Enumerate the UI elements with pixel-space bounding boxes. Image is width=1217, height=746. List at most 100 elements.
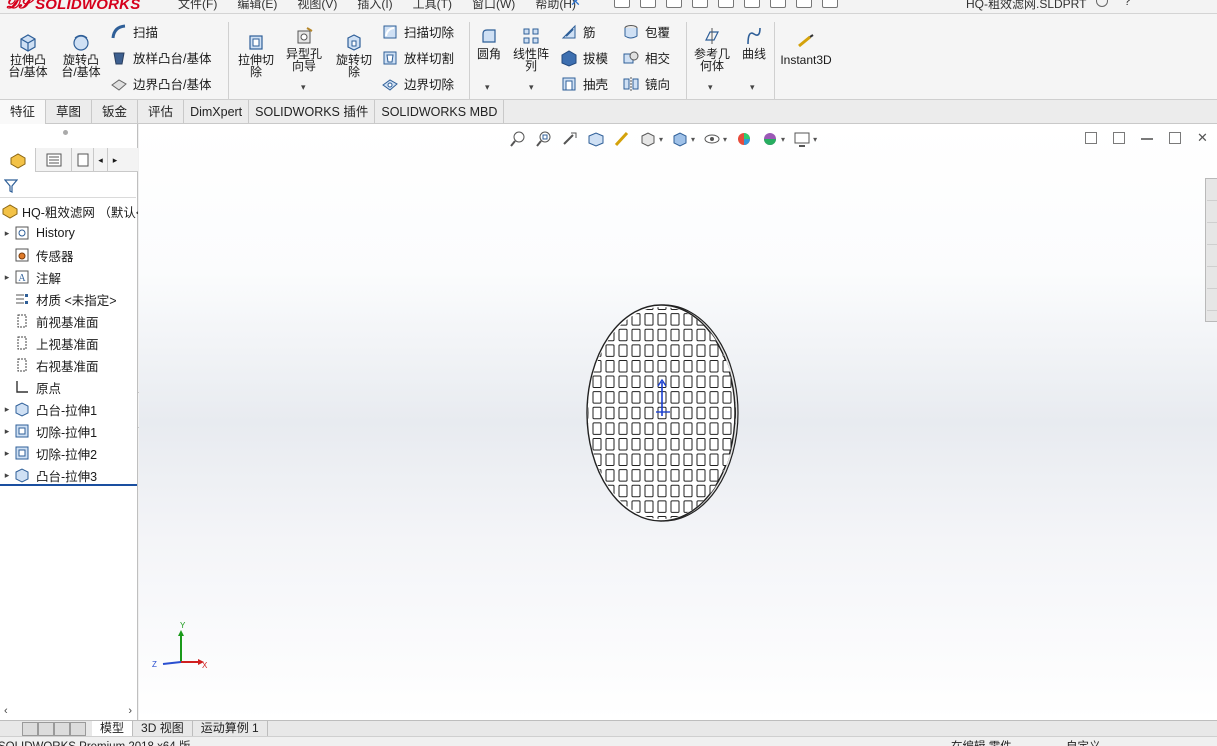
mirror-button[interactable]: 镜向 xyxy=(622,74,670,93)
curves-dropdown-icon[interactable]: ▾ xyxy=(750,82,755,93)
status-units[interactable]: 自定义 xyxy=(1066,738,1101,746)
linear-pattern-dropdown-icon[interactable]: ▾ xyxy=(529,82,534,93)
file-properties-icon[interactable] xyxy=(796,0,812,8)
close-icon[interactable]: ✕ xyxy=(1197,131,1209,144)
tree-item-cut-extrude2[interactable]: ▸ 切除-拉伸2 xyxy=(0,442,138,464)
expand-arrow-icon[interactable]: ▸ xyxy=(0,426,14,437)
tab-dimxpert[interactable]: DimXpert xyxy=(184,100,250,124)
expand-arrow-icon[interactable]: ▸ xyxy=(0,272,14,283)
configuration-manager-tab[interactable] xyxy=(72,148,94,172)
solidworks-logo[interactable]: 𝓓𝓢 SOLIDWORKS xyxy=(6,0,140,13)
fillet-dropdown-icon[interactable]: ▾ xyxy=(485,82,490,93)
extrude-boss-button[interactable]: 拉伸凸 台/基体 xyxy=(6,32,50,78)
view-settings-icon[interactable] xyxy=(793,130,811,148)
section-view-icon[interactable] xyxy=(587,130,605,148)
open-icon[interactable] xyxy=(666,0,682,8)
tabs-scroll-right-icon[interactable]: ▸ xyxy=(108,148,122,172)
rollback-bar[interactable] xyxy=(0,484,137,486)
tab-features[interactable]: 特征 xyxy=(0,100,47,124)
sweep-button[interactable]: 扫描 xyxy=(110,22,158,41)
tree-item-front-plane[interactable]: 前视基准面 xyxy=(0,310,138,332)
tree-item-right-plane[interactable]: 右视基准面 xyxy=(0,354,138,376)
tab-evaluate[interactable]: 评估 xyxy=(138,100,185,124)
graphics-area[interactable]: ▾ ▾ ▾ ▾ ▾ ✕ Y X Z xyxy=(139,124,1217,720)
boundary-boss-button[interactable]: 边界凸台/基体 xyxy=(110,74,211,93)
horizontal-scrollbar[interactable]: ‹ › xyxy=(0,704,136,718)
view-settings-dropdown-icon[interactable]: ▾ xyxy=(813,135,817,144)
view-right-arrow-icon[interactable] xyxy=(1113,132,1125,144)
tree-item-boss-extrude1[interactable]: ▸ 凸台-拉伸1 xyxy=(0,398,138,420)
tab-solidworks-addins[interactable]: SOLIDWORKS 插件 xyxy=(249,100,376,124)
tree-item-history[interactable]: ▸ History xyxy=(0,222,138,244)
apply-scene-icon[interactable] xyxy=(761,130,779,148)
save-icon[interactable] xyxy=(692,0,708,8)
zoom-to-fit-icon[interactable] xyxy=(509,130,527,148)
options-icon[interactable] xyxy=(822,0,838,8)
pin-menu-icon[interactable]: ✕ xyxy=(570,0,581,10)
scroll-left-icon[interactable]: ‹ xyxy=(4,705,8,717)
shell-button[interactable]: 抽壳 xyxy=(560,74,608,93)
edit-appearance-icon[interactable] xyxy=(735,130,753,148)
property-manager-tab[interactable] xyxy=(36,148,72,172)
reference-triad[interactable]: Y X Z xyxy=(149,620,209,676)
tab-sketch[interactable]: 草图 xyxy=(46,100,93,124)
file-explorer-icon[interactable] xyxy=(1207,225,1217,245)
home-icon[interactable] xyxy=(614,0,630,8)
expand-arrow-icon[interactable]: ▸ xyxy=(0,404,14,415)
tree-item-annotations[interactable]: ▸ A 注解 xyxy=(0,266,138,288)
tree-item-boss-extrude3[interactable]: ▸ 凸台-拉伸3 xyxy=(0,464,138,486)
restore-icon[interactable] xyxy=(1169,132,1181,144)
solidworks-resources-icon[interactable] xyxy=(1207,181,1217,201)
tree-item-cut-extrude1[interactable]: ▸ 切除-拉伸1 xyxy=(0,420,138,442)
custom-properties-icon[interactable] xyxy=(1207,291,1217,311)
print-icon[interactable] xyxy=(718,0,734,8)
help-button[interactable]: ? xyxy=(1124,0,1131,8)
instant3d-button[interactable]: Instant3D xyxy=(778,32,834,66)
view-left-arrow-icon[interactable] xyxy=(1085,132,1097,144)
wrap-button[interactable]: 包覆 xyxy=(622,22,670,41)
hide-show-items-icon[interactable] xyxy=(703,130,721,148)
hole-wizard-button[interactable]: 异型孔 向导 xyxy=(282,26,326,72)
tree-item-material[interactable]: 材质 <未指定> xyxy=(0,288,138,310)
boundary-cut-button[interactable]: 边界切除 xyxy=(381,74,454,93)
expand-arrow-icon[interactable]: ▸ xyxy=(0,470,14,481)
tree-item-top-plane[interactable]: 上视基准面 xyxy=(0,332,138,354)
display-style-dropdown-icon[interactable]: ▾ xyxy=(691,135,695,144)
loft-cut-button[interactable]: 放样切割 xyxy=(381,48,454,67)
tab-model[interactable]: 模型 xyxy=(92,721,134,737)
draft-button[interactable]: 拔模 xyxy=(560,48,608,67)
menu-tools[interactable]: 工具(T) xyxy=(413,0,452,12)
view-palette-icon[interactable] xyxy=(1207,247,1217,267)
revolve-boss-button[interactable]: 旋转凸 台/基体 xyxy=(56,32,106,78)
reference-geometry-dropdown-icon[interactable]: ▾ xyxy=(708,82,713,93)
last-tab-icon[interactable] xyxy=(70,722,86,736)
new-document-icon[interactable] xyxy=(640,0,656,8)
feature-tree-tab[interactable] xyxy=(0,148,36,172)
filter-mesh-model[interactable] xyxy=(582,296,752,526)
reference-geometry-button[interactable]: 参考几 何体 xyxy=(690,26,734,72)
tab-solidworks-mbd[interactable]: SOLIDWORKS MBD xyxy=(375,100,505,124)
user-icon[interactable] xyxy=(1096,0,1108,7)
panel-grip[interactable] xyxy=(63,130,68,135)
select-icon[interactable] xyxy=(744,0,760,8)
prev-tab-icon[interactable] xyxy=(38,722,54,736)
linear-pattern-button[interactable]: 线性阵 列 xyxy=(508,26,554,72)
revolve-cut-button[interactable]: 旋转切 除 xyxy=(332,32,376,78)
tab-motion-study-1[interactable]: 运动算例 1 xyxy=(193,721,268,737)
sweep-cut-button[interactable]: 扫描切除 xyxy=(381,22,454,41)
menu-edit[interactable]: 编辑(E) xyxy=(237,0,277,12)
menu-file[interactable]: 文件(F) xyxy=(178,0,217,12)
fillet-button[interactable]: 圆角 xyxy=(473,26,505,60)
minimize-icon[interactable] xyxy=(1141,132,1153,140)
menu-insert[interactable]: 插入(I) xyxy=(357,0,392,12)
expand-arrow-icon[interactable]: ▸ xyxy=(0,448,14,459)
expand-arrow-icon[interactable]: ▸ xyxy=(0,228,14,239)
scene-dropdown-icon[interactable]: ▾ xyxy=(781,135,785,144)
menu-window[interactable]: 窗口(W) xyxy=(472,0,515,12)
hide-show-dropdown-icon[interactable]: ▾ xyxy=(723,135,727,144)
appearances-icon[interactable] xyxy=(1207,269,1217,289)
tab-3d-views[interactable]: 3D 视图 xyxy=(133,721,193,737)
zoom-to-area-icon[interactable] xyxy=(535,130,553,148)
extrude-cut-button[interactable]: 拉伸切 除 xyxy=(234,32,278,78)
tree-item-origin[interactable]: 原点 xyxy=(0,376,138,398)
